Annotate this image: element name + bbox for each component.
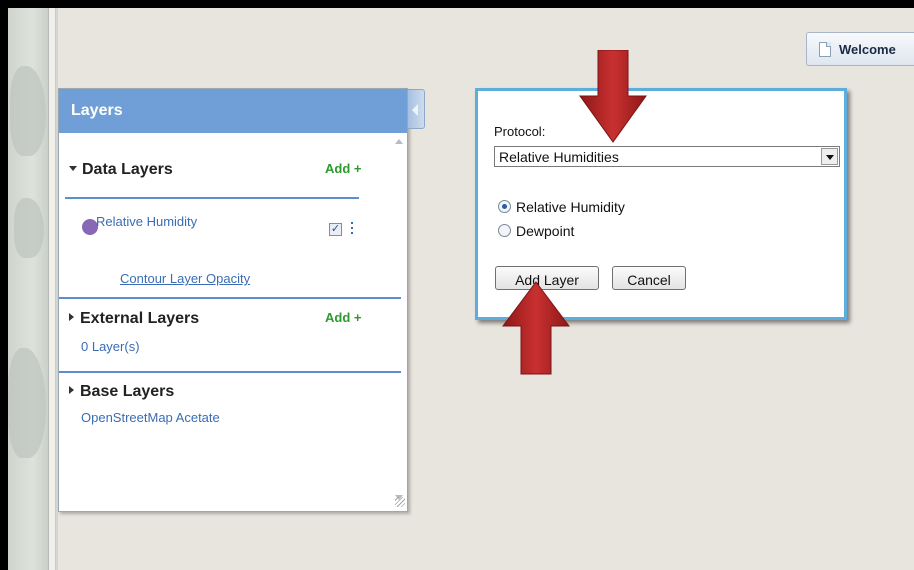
map-land xyxy=(14,198,44,258)
caret-down-icon xyxy=(69,166,77,171)
document-icon xyxy=(819,42,831,57)
collapse-panel-button[interactable] xyxy=(407,89,425,129)
resize-grip-icon[interactable] xyxy=(395,497,405,507)
base-layers-header[interactable]: Base Layers xyxy=(69,383,174,401)
welcome-tab[interactable]: Welcome xyxy=(806,32,914,66)
layers-panel: Layers Data Layers Add + Relative Humidi… xyxy=(58,88,425,512)
map-background xyxy=(8,8,49,570)
radio-label-relative-humidity: Relative Humidity xyxy=(516,199,625,215)
radio-label-dewpoint: Dewpoint xyxy=(516,223,575,239)
section-separator xyxy=(65,197,359,199)
caret-right-icon xyxy=(69,386,74,394)
cancel-button[interactable]: Cancel xyxy=(612,266,686,290)
section-separator xyxy=(59,371,401,373)
annotation-arrow-up-icon xyxy=(502,281,570,375)
layer-name-relative-humidity[interactable]: Relative Humidity xyxy=(96,214,197,229)
layers-panel-title: Layers xyxy=(71,102,123,119)
contour-layer-opacity-link[interactable]: Contour Layer Opacity xyxy=(120,271,250,286)
radio-relative-humidity[interactable]: Relative Humidity xyxy=(498,199,625,215)
external-layer-count: 0 Layer(s) xyxy=(81,339,140,354)
layer-visibility-checkbox[interactable]: ✓ xyxy=(329,223,342,236)
base-layers-title: Base Layers xyxy=(80,383,175,400)
scroll-up-arrow-icon[interactable] xyxy=(395,139,403,144)
map-land xyxy=(8,348,46,458)
protocol-select-value: Relative Humidities xyxy=(499,149,619,165)
protocol-label: Protocol: xyxy=(494,124,546,139)
layers-scrollbar[interactable] xyxy=(391,133,407,509)
layer-options-menu-icon[interactable] xyxy=(351,222,354,237)
map-land xyxy=(10,66,46,156)
annotation-arrow-down-icon xyxy=(579,50,647,143)
caret-right-icon xyxy=(69,313,74,321)
data-layers-header[interactable]: Data Layers xyxy=(69,161,173,179)
add-data-layer-button[interactable]: Add + xyxy=(325,161,361,176)
add-external-layer-button[interactable]: Add + xyxy=(325,310,361,325)
welcome-tab-label: Welcome xyxy=(839,42,896,57)
protocol-select[interactable]: Relative Humidities xyxy=(494,146,840,167)
data-layers-title: Data Layers xyxy=(82,161,173,178)
radio-dewpoint[interactable]: Dewpoint xyxy=(498,223,574,239)
map-splitter[interactable] xyxy=(48,8,56,570)
section-separator xyxy=(59,297,401,299)
base-layer-name[interactable]: OpenStreetMap Acetate xyxy=(81,410,220,425)
dropdown-arrow-icon[interactable] xyxy=(821,148,838,165)
radio-unselected-icon[interactable] xyxy=(498,224,511,237)
app-frame: Welcome Layers Data Layers Add + Relativ… xyxy=(8,8,914,570)
external-layers-title: External Layers xyxy=(80,310,200,327)
external-layers-header[interactable]: External Layers xyxy=(69,310,199,328)
radio-selected-icon[interactable] xyxy=(498,200,511,213)
layers-panel-header: Layers xyxy=(59,89,407,133)
